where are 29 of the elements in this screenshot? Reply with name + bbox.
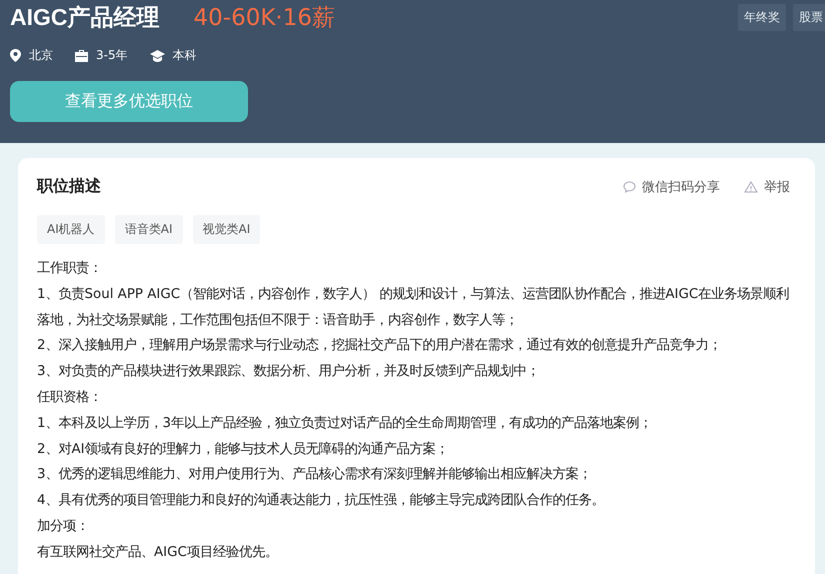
chat-bubble-icon <box>623 180 636 192</box>
description-line: 3、优秀的逻辑思维能力、对用户使用行为、产品核心需求有深刻理解并能够输出相应解决方案； <box>37 466 593 484</box>
skill-tag: 视觉类AI <box>192 215 260 244</box>
skill-tag: AI机器人 <box>37 215 105 244</box>
description-line: 工作职责： <box>37 260 103 278</box>
location-pin-icon <box>10 49 21 62</box>
salary: 40-60K·16薪 <box>194 4 335 32</box>
meta-text: 北京 <box>29 47 53 64</box>
warning-icon <box>744 180 758 192</box>
description-line: 2、对AI领域有良好的理解力，能够与技术人员无障碍的沟通产品方案； <box>37 440 450 459</box>
description-line: 任职资格： <box>37 388 103 407</box>
description-line: 1、负责Soul APP AIGC（智能对话，内容创作，数字人） 的规划和设计，与算法、运营团队协作配合，推进AIGC在业务场景顺利落地，为社交场景赋能，工作范围包括但不限于：语音助手，内容创作，数字人等； <box>37 286 790 330</box>
benefit-tag: 股票 <box>793 4 825 30</box>
description-line: 有互联网社交产品、AIGC项目经验优先。 <box>37 544 279 562</box>
job-title: AIGC产品经理 <box>10 2 160 32</box>
description-line: 1、本科及以上学历，3年以上产品经验，独立负责过对话产品的全生命周期管理，有成功的产品落地案例； <box>37 414 654 433</box>
description-line: 加分项： <box>37 518 90 536</box>
meta-text: 本科 <box>172 47 197 64</box>
description-line: 4、具有优秀的项目管理能力和良好的沟通表达能力，抗压性强，能够主导完成跨团队合作的任务。 <box>37 492 606 510</box>
section-title: 职位描述 <box>37 176 101 197</box>
benefit-tag: 年终奖 <box>738 4 786 30</box>
description-line: 2、深入接触用户，理解用户场景需求与行业动态，挖掘社交产品下的用户潜在需求，通过有效的创意提升产品竞争力； <box>37 336 723 356</box>
report-link[interactable]: 举报 <box>744 178 790 196</box>
description-line: 3、对负责的产品模块进行效果跟踪、数据分析、用户分析，并及时反馈到产品规划中； <box>37 362 541 382</box>
skill-tag: 语音类AI <box>114 215 182 244</box>
meta-text: 3-5年 <box>96 47 128 64</box>
share-link[interactable]: 微信扫码分享 <box>623 178 720 196</box>
briefcase-icon <box>75 50 88 62</box>
graduation-cap-icon <box>150 50 165 62</box>
